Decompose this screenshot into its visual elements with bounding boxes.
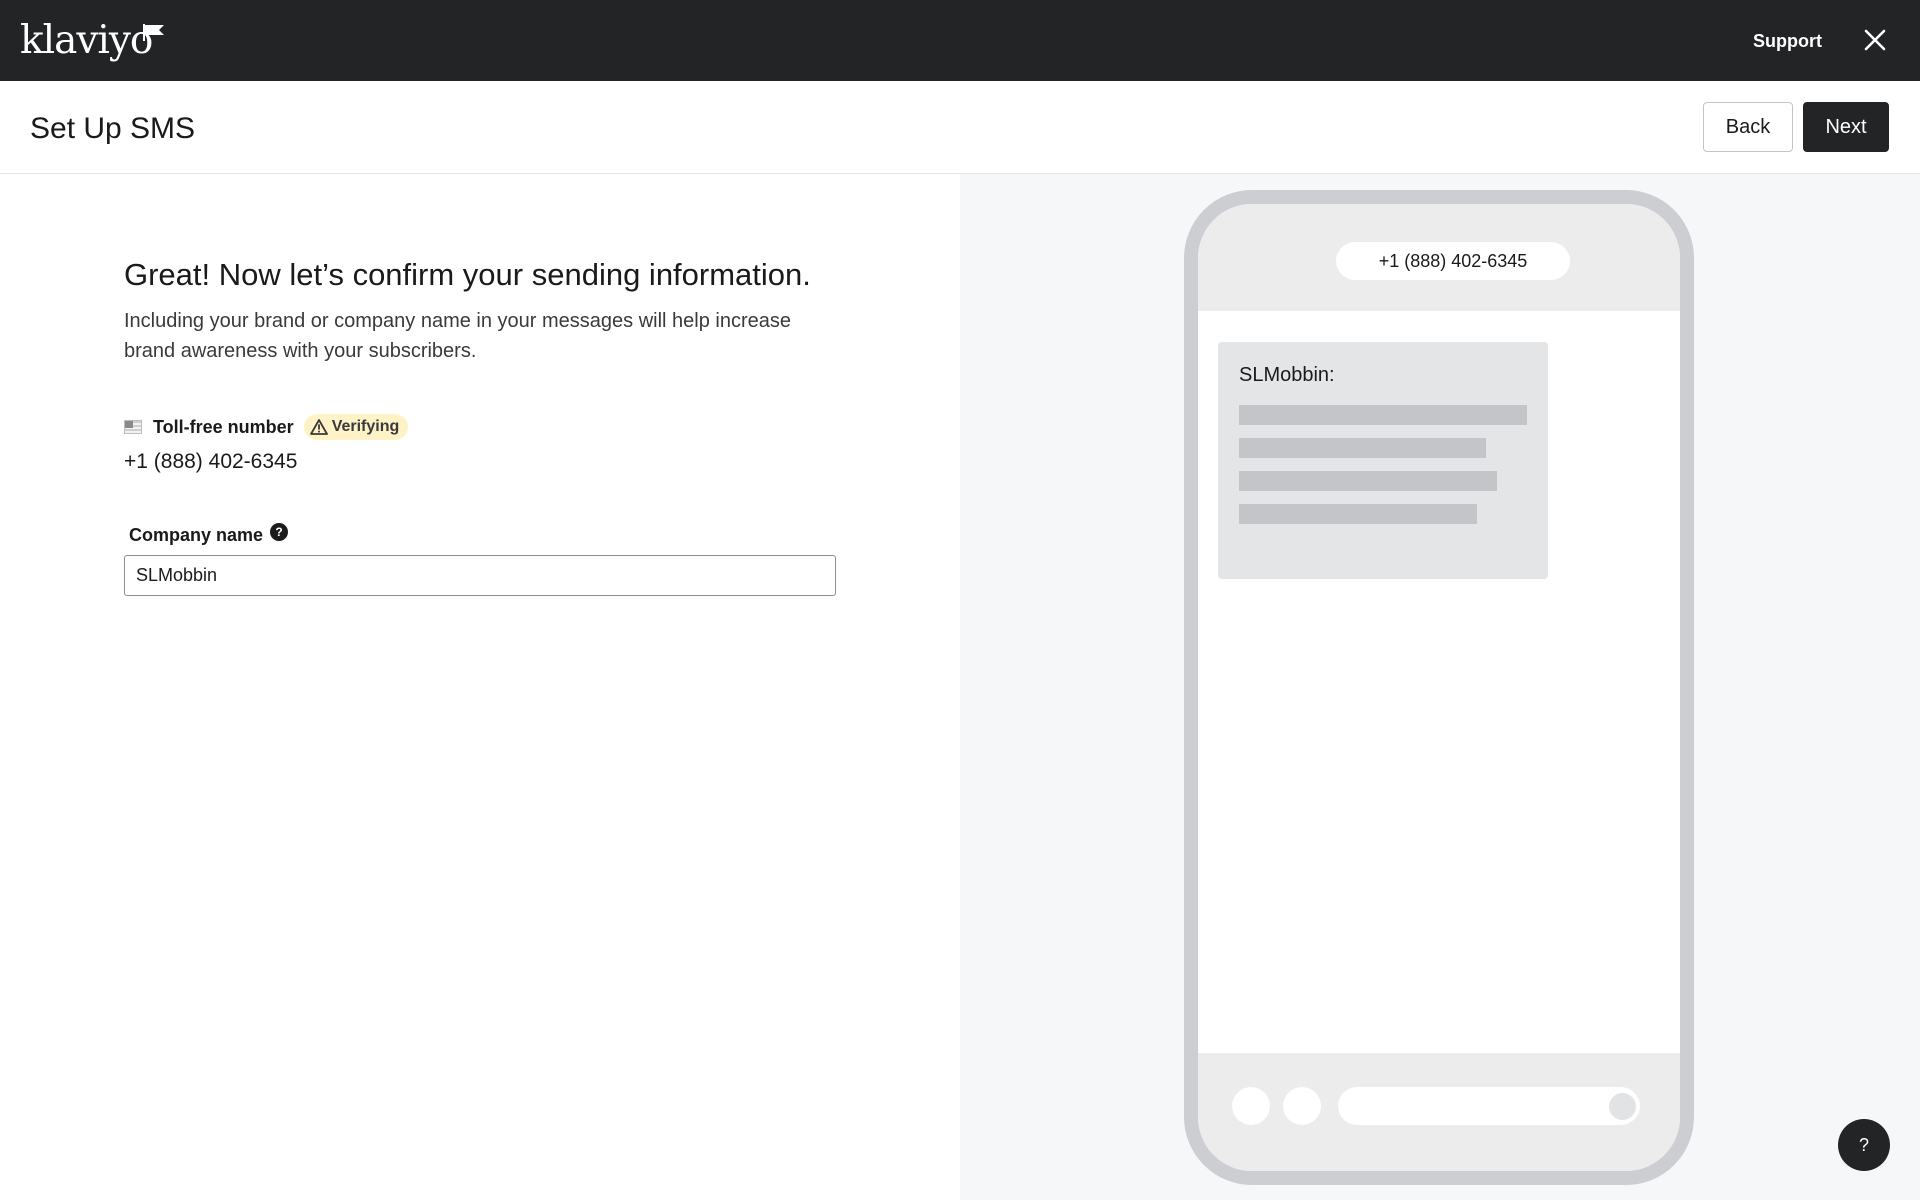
send-dot [1609, 1093, 1636, 1120]
company-name-label: Company name [129, 524, 264, 545]
phone-header: +1 (888) 402-6345 [1198, 204, 1680, 311]
warning-icon [309, 419, 328, 435]
form-description: Including your brand or company name in … [124, 310, 792, 362]
toll-free-row: Toll-free number Verifying [124, 412, 409, 442]
support-link[interactable]: Support [1753, 29, 1822, 53]
camera-dot [1283, 1087, 1321, 1125]
message-bubble: SLMobbin: [1218, 342, 1548, 579]
close-icon[interactable] [1862, 27, 1888, 53]
toll-free-label: Toll-free number [153, 417, 294, 437]
top-bar: klaviyo Support [0, 0, 1920, 81]
form-panel: Great! Now let’s confirm your sending in… [0, 174, 960, 1200]
toll-free-number: +1 (888) 402-6345 [124, 450, 298, 473]
message-placeholder-line [1239, 405, 1527, 425]
phone-preview: +1 (888) 402-6345 SLMobbin: [1184, 190, 1694, 1185]
us-flag-icon [124, 420, 142, 434]
help-button[interactable]: ? [1838, 1119, 1890, 1171]
message-sender: SLMobbin: [1239, 364, 1335, 386]
message-placeholder-line [1239, 438, 1486, 458]
message-placeholder-line [1239, 471, 1497, 491]
klaviyo-logo[interactable]: klaviyo [20, 18, 164, 64]
attachment-dot [1232, 1087, 1270, 1125]
company-name-input[interactable] [124, 555, 836, 596]
form-heading: Great! Now let’s confirm your sending in… [124, 257, 811, 292]
page-header: Set Up SMS Back Next [0, 81, 1920, 174]
phone-sender-number: +1 (888) 402-6345 [1336, 242, 1570, 280]
company-name-label-row: Company name ? [129, 522, 289, 548]
verifying-badge: Verifying [303, 414, 409, 440]
back-button[interactable]: Back [1703, 102, 1793, 152]
logo-text: klaviyo [20, 18, 153, 63]
message-placeholder-line [1239, 504, 1477, 524]
help-circle-icon[interactable]: ? [270, 523, 289, 541]
page-title: Set Up SMS [30, 112, 196, 145]
compose-field [1338, 1087, 1640, 1125]
next-button[interactable]: Next [1803, 102, 1889, 152]
logo-flag-icon [143, 24, 164, 41]
verifying-status: Verifying [331, 418, 400, 435]
phone-compose-bar [1198, 1053, 1680, 1171]
